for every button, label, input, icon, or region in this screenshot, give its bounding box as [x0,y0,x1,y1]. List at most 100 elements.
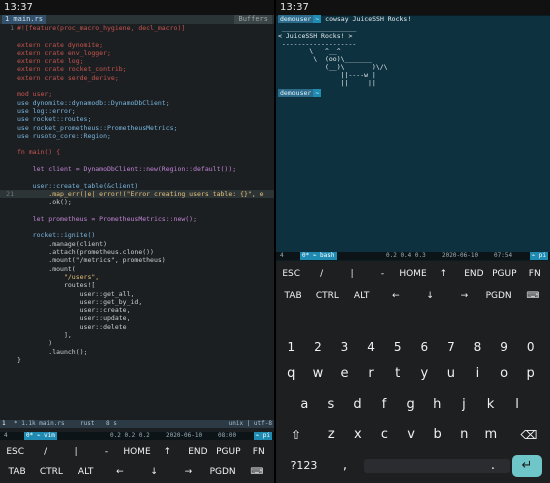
terminal-output[interactable]: demouser ~ cowsay JuiceSSH Rocks! _______… [276,15,550,252]
enter-key[interactable]: ↵ [512,455,542,477]
key-i[interactable]: i [466,363,489,385]
extra-key-sym2[interactable]: | [337,263,367,285]
code-line: let client = DynamoDbClient::new(Region:… [0,165,274,173]
key-f[interactable]: f [373,394,396,416]
bash-screen: 13:37 demouser ~ cowsay JuiceSSH Rocks! _… [276,0,550,483]
key-2[interactable]: 2 [307,336,330,358]
key-4[interactable]: 4 [360,336,383,358]
key-8[interactable]: 8 [466,336,489,358]
code-text: .manage(client) [17,239,108,248]
vim-tabline: 1 main.rs Buffers [0,15,274,24]
extra-key-sym2[interactable]: | [61,441,91,463]
tmux-window-name[interactable]: 0* ⌁ vim [24,432,57,440]
extra-key-sym3[interactable]: ← [379,285,413,307]
key-3[interactable]: 3 [333,336,356,358]
code-line: user::update, [0,314,274,322]
extra-key-esc[interactable]: ESC [0,441,30,463]
key-j[interactable]: j [453,394,476,416]
key-g[interactable]: g [399,394,422,416]
key-m[interactable]: m [480,424,503,446]
key-n[interactable]: n [453,424,476,446]
extra-key-sym4[interactable]: ↓ [137,461,171,483]
extra-key-sym4[interactable]: ↓ [413,285,447,307]
code-line: .mount("/metrics", prometheus) [0,256,274,264]
key-b[interactable]: b [426,424,449,446]
key-c[interactable]: c [373,424,396,446]
key-y[interactable]: y [413,363,436,385]
key-6[interactable]: 6 [413,336,436,358]
extra-key-alt[interactable]: ALT [69,461,103,483]
extra-key-pgdn[interactable]: PGDN [206,461,240,483]
vim-tab-main-rs[interactable]: 1 main.rs [2,15,46,24]
shift-key[interactable]: ⇧ [284,424,308,446]
extra-key-sym7[interactable]: ⌨ [516,285,550,307]
extra-key-alt[interactable]: ALT [345,285,379,307]
key-v[interactable]: v [400,424,423,446]
code-text: rocket::ignite() [17,231,96,240]
key-z[interactable]: z [320,424,343,446]
code-line: extern crate log; [0,57,274,65]
extra-key-ctrl[interactable]: CTRL [310,285,344,307]
extra-key-sym1[interactable]: / [306,263,336,285]
key-7[interactable]: 7 [440,336,463,358]
tmux-statusline: 4 0* ⌁ bash 0.2 0.4 0.3 2020-06-10 07:54… [276,252,550,260]
extra-key-sym3[interactable]: - [91,441,121,463]
extra-key-ctrl[interactable]: CTRL [34,461,68,483]
extra-key-tab[interactable]: TAB [0,461,34,483]
comma-key[interactable]: , [332,455,358,477]
key-u[interactable]: u [440,363,463,385]
key-o[interactable]: o [493,363,516,385]
extra-key-sym5[interactable]: → [171,461,205,483]
prompt-user: demouser [278,15,314,23]
key-5[interactable]: 5 [386,336,409,358]
extra-key-sym3[interactable]: ← [103,461,137,483]
backspace-key[interactable]: ⌫ [516,424,542,446]
key-q[interactable]: q [280,363,303,385]
code-line: .launch(); [0,348,274,356]
extra-key-sym1[interactable]: / [30,441,60,463]
key-w[interactable]: w [307,363,330,385]
tmux-window-name[interactable]: 0* ⌁ bash [300,252,337,260]
key-r[interactable]: r [360,363,383,385]
extra-key-pgup[interactable]: PGUP [213,441,243,463]
extra-key-fn[interactable]: FN [244,441,274,463]
extra-key-sym5[interactable]: → [447,285,481,307]
period-key[interactable]: . [482,455,504,477]
key-d[interactable]: d [346,394,369,416]
extra-key-tab[interactable]: TAB [276,285,310,307]
extra-key-home[interactable]: HOME [122,441,152,463]
extra-key-end[interactable]: END [459,263,489,285]
key-k[interactable]: k [479,394,502,416]
code-line: use rocket::routes; [0,115,274,123]
extra-key-sym5[interactable]: ↑ [152,441,182,463]
extra-key-end[interactable]: END [183,441,213,463]
key-1[interactable]: 1 [280,336,303,358]
symbols-key[interactable]: ?123 [286,455,322,477]
key-l[interactable]: l [506,394,529,416]
extra-key-esc[interactable]: ESC [276,263,306,285]
extra-key-sym5[interactable]: ↑ [428,263,458,285]
key-s[interactable]: s [320,394,343,416]
key-h[interactable]: h [426,394,449,416]
code-line: let prometheus = PrometheusMetrics::new(… [0,215,274,223]
key-x[interactable]: x [347,424,370,446]
code-editor[interactable]: 1 #![feature(proc_macro_hygiene, decl_mac… [0,24,274,364]
extra-key-pgdn[interactable]: PGDN [482,285,516,307]
key-a[interactable]: a [293,394,316,416]
key-9[interactable]: 9 [493,336,516,358]
vim-screen: 13:37 1 main.rs Buffers 1 #![feature(proc… [0,0,274,483]
status-time: 13:37 [4,2,33,13]
code-text: .attach(prometheus.clone()) [17,248,154,257]
extra-key-home[interactable]: HOME [398,263,428,285]
extra-key-fn[interactable]: FN [520,263,550,285]
cowsay-output: ___________________ < JuiceSSH Rocks! > -… [278,24,388,87]
key-p[interactable]: p [519,363,542,385]
key-e[interactable]: e [333,363,356,385]
extra-key-sym7[interactable]: ⌨ [240,461,274,483]
key-t[interactable]: t [386,363,409,385]
extra-key-sym3[interactable]: - [367,263,397,285]
key-0[interactable]: 0 [519,336,542,358]
extra-key-pgup[interactable]: PGUP [489,263,519,285]
code-line: use rocket_prometheus::PrometheusMetrics… [0,124,274,132]
